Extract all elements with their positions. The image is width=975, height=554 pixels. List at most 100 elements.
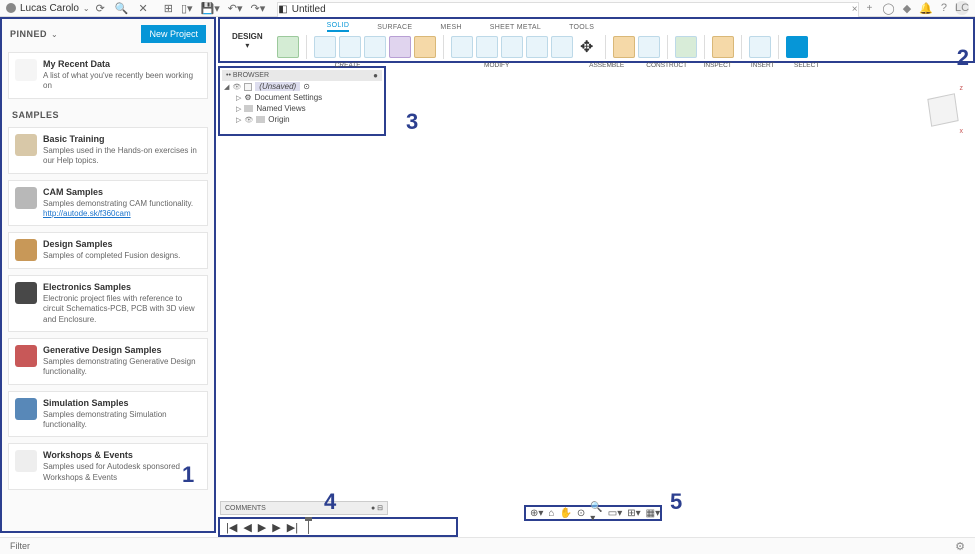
search-icon[interactable]: 🔍: [115, 2, 129, 15]
pan-icon[interactable]: ✋: [559, 508, 571, 519]
redo-icon[interactable]: ↷▾: [251, 2, 266, 15]
status-bar: Filter ⚙: [0, 537, 975, 554]
item-title: Workshops & Events: [43, 450, 199, 460]
inspect-icon[interactable]: [712, 36, 734, 58]
joint-icon[interactable]: [638, 36, 660, 58]
grid-display-icon[interactable]: ⊞▾: [627, 508, 640, 519]
combine-icon[interactable]: [526, 36, 548, 58]
new-tab-icon[interactable]: +: [863, 3, 877, 14]
sample-item[interactable]: Simulation Samples Samples demonstrating…: [8, 391, 208, 438]
tree-doc-settings[interactable]: ▷⚙Document Settings: [222, 92, 382, 103]
sample-item[interactable]: Design Samples Samples of completed Fusi…: [8, 232, 208, 268]
construct-plane-icon[interactable]: [675, 36, 697, 58]
item-desc: Electronic project files with reference …: [43, 294, 199, 325]
item-title: Generative Design Samples: [43, 345, 199, 355]
samples-label: SAMPLES: [2, 102, 214, 124]
new-project-button[interactable]: New Project: [141, 25, 206, 43]
timeline-start-icon[interactable]: |◀: [226, 521, 237, 534]
document-tab[interactable]: ◧ Untitled ×: [277, 2, 858, 17]
gear-icon[interactable]: ⚙: [955, 540, 965, 553]
timeline-marker[interactable]: [308, 520, 309, 534]
annotation-3: 3: [406, 109, 418, 135]
notification-icon[interactable]: 🔔: [919, 2, 933, 15]
tab-solid[interactable]: SOLID: [327, 22, 350, 32]
thumbnail-icon: [15, 239, 37, 261]
annotation-4: 4: [324, 489, 336, 515]
item-desc: Samples of completed Fusion designs.: [43, 251, 199, 261]
item-desc: Samples demonstrating CAM functionality.…: [43, 199, 199, 220]
filter-label[interactable]: Filter: [10, 541, 30, 551]
refresh-icon[interactable]: ⟳: [96, 2, 105, 15]
fillet-icon[interactable]: [476, 36, 498, 58]
pressball-icon[interactable]: [451, 36, 473, 58]
item-title: Design Samples: [43, 239, 199, 249]
fit-icon[interactable]: 🔍▾: [590, 502, 602, 524]
chevron-down-icon: ⌄: [83, 4, 90, 13]
username: Lucas Carolo: [20, 3, 79, 14]
select-icon[interactable]: [786, 36, 808, 58]
extensions-icon[interactable]: ◯: [882, 2, 894, 15]
cam-link[interactable]: http://autode.sk/f360cam: [43, 209, 131, 218]
view-cube[interactable]: z x: [923, 85, 963, 125]
tree-root[interactable]: ◢👁 (Unsaved)⊙: [222, 81, 382, 92]
timeline-back-icon[interactable]: ◀: [243, 521, 251, 534]
sketch-icon[interactable]: [277, 36, 299, 58]
insert-icon[interactable]: [749, 36, 771, 58]
tree-named-views[interactable]: ▷Named Views: [222, 103, 382, 114]
viewport-icon[interactable]: ▦▾: [646, 508, 660, 519]
quick-access-toolbar: ⊞ ▯▾ 💾▾ ↶▾ ↷▾: [156, 2, 274, 15]
item-desc: Samples demonstrating Simulation functio…: [43, 410, 199, 431]
orbit-icon[interactable]: ⊕▾: [530, 508, 543, 519]
user-menu[interactable]: Lucas Carolo ⌄: [0, 3, 96, 14]
sample-item[interactable]: Generative Design Samples Samples demons…: [8, 338, 208, 385]
thumbnail-icon: [15, 187, 37, 209]
grid-icon[interactable]: ⊞: [164, 2, 173, 15]
item-title: Basic Training: [43, 134, 199, 144]
save-icon[interactable]: 💾▾: [201, 2, 220, 15]
display-icon[interactable]: ▭▾: [608, 508, 622, 519]
timeline-end-icon[interactable]: ▶|: [287, 521, 298, 534]
tab-sheet-metal[interactable]: SHEET METAL: [490, 24, 541, 31]
box-icon[interactable]: [389, 36, 411, 58]
help-icon[interactable]: ?: [941, 2, 947, 14]
recent-data-item[interactable]: My Recent Data A list of what you've rec…: [8, 52, 208, 99]
jobs-icon[interactable]: ◆: [903, 2, 911, 15]
document-title: Untitled: [292, 4, 326, 15]
zoom-icon[interactable]: ⊙: [577, 508, 585, 519]
sample-item[interactable]: Electronics Samples Electronic project f…: [8, 275, 208, 332]
tree-origin[interactable]: ▷👁Origin: [222, 114, 382, 125]
file-menu-icon[interactable]: ▯▾: [181, 2, 193, 15]
shell-icon[interactable]: [501, 36, 523, 58]
assemble-icon[interactable]: [613, 36, 635, 58]
sample-item[interactable]: Workshops & Events Samples used for Auto…: [8, 443, 208, 490]
extrude-icon[interactable]: [314, 36, 336, 58]
comments-bar[interactable]: COMMENTS● ⊟: [220, 501, 388, 515]
tab-tools[interactable]: TOOLS: [569, 24, 594, 31]
browser-header[interactable]: •• BROWSER●: [222, 70, 382, 81]
close-icon[interactable]: ×: [852, 4, 858, 15]
item-title: Simulation Samples: [43, 398, 199, 408]
tab-surface[interactable]: SURFACE: [377, 24, 412, 31]
thumbnail-icon: [15, 134, 37, 156]
tab-mesh[interactable]: MESH: [440, 24, 461, 31]
avatar[interactable]: LC: [955, 1, 969, 15]
split-icon[interactable]: [551, 36, 573, 58]
timeline-play-icon[interactable]: ▶: [258, 521, 266, 534]
annotation-1: 1: [182, 462, 194, 488]
item-title: CAM Samples: [43, 187, 199, 197]
annotation-2: 2: [957, 45, 969, 71]
close-panel-icon[interactable]: ✕: [139, 2, 148, 15]
sweep-icon[interactable]: [364, 36, 386, 58]
move-icon[interactable]: ✥: [576, 36, 598, 58]
pattern-icon[interactable]: [414, 36, 436, 58]
tool-icons-row: ✥: [277, 33, 969, 61]
timeline-fwd-icon[interactable]: ▶: [272, 521, 280, 534]
workspace-switcher[interactable]: DESIGN ▾: [224, 21, 271, 61]
sample-item[interactable]: Basic Training Samples used in the Hands…: [8, 127, 208, 174]
undo-icon[interactable]: ↶▾: [228, 2, 243, 15]
sample-item[interactable]: CAM Samples Samples demonstrating CAM fu…: [8, 180, 208, 227]
revolve-icon[interactable]: [339, 36, 361, 58]
toolbar-ribbon: DESIGN ▾ SOLID SURFACE MESH SHEET METAL …: [218, 17, 975, 63]
look-icon[interactable]: ⌂: [548, 508, 554, 519]
chevron-down-icon[interactable]: ⌄: [51, 30, 58, 39]
